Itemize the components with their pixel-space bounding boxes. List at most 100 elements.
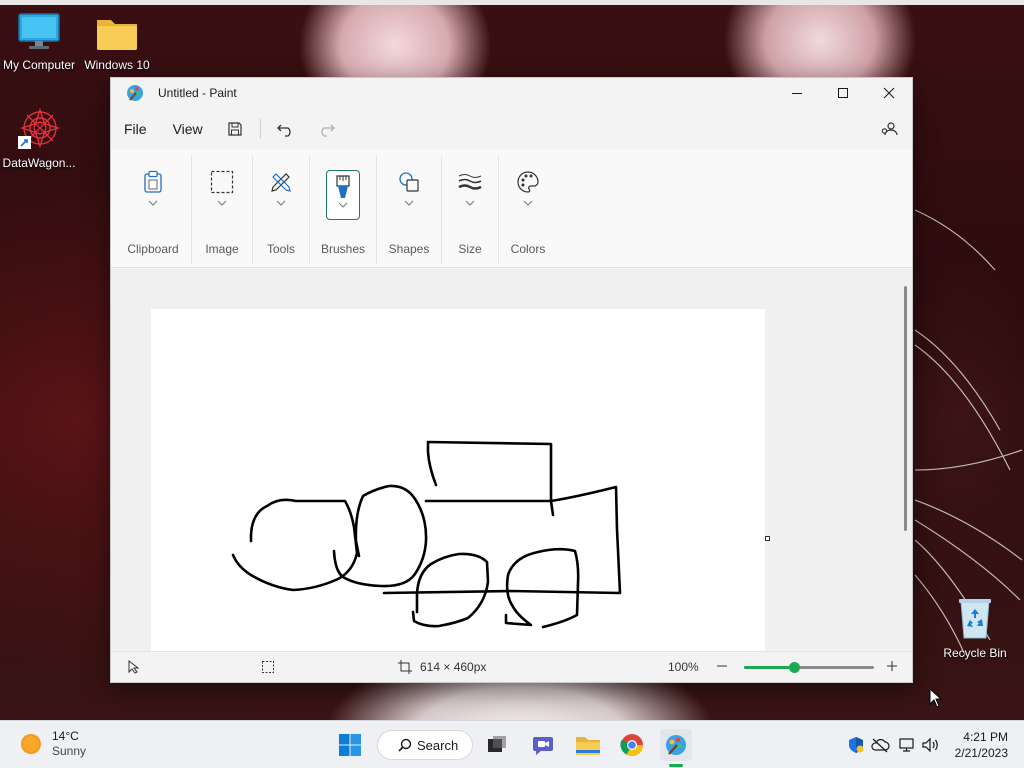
tray-network[interactable] (896, 734, 918, 756)
paint-app-icon (127, 85, 143, 101)
task-view-icon (488, 736, 506, 752)
ribbon-group-tools: Tools (253, 150, 309, 268)
chat-button[interactable] (527, 729, 559, 761)
recycle-bin-icon (959, 599, 991, 639)
taskbar: 14°C Sunny Search 4:21 PM 2/21/2023 (0, 720, 1024, 768)
zoom-slider-fill (744, 666, 795, 669)
shapes-button[interactable] (392, 170, 426, 220)
desktop-icon-label: My Computer (2, 58, 76, 72)
ribbon-group-clipboard: Clipboard (116, 150, 190, 268)
folder-icon (97, 20, 137, 50)
menu-view[interactable]: View (160, 114, 216, 144)
taskbar-search[interactable]: Search (377, 730, 473, 760)
zoom-level-text: 100% (668, 660, 699, 674)
volume-icon (922, 737, 938, 753)
chevron-down-icon (523, 200, 533, 206)
drawing-canvas[interactable] (151, 309, 765, 651)
canvas-area[interactable] (111, 269, 912, 651)
weather-widget[interactable]: 14°C Sunny (20, 729, 86, 759)
size-button[interactable] (453, 170, 487, 220)
title-bar[interactable]: Untitled - Paint (111, 78, 912, 108)
save-button[interactable] (220, 114, 250, 144)
ribbon-group-image: Image (192, 150, 252, 268)
zoom-out-button[interactable] (716, 659, 728, 673)
chat-icon (533, 737, 553, 755)
colors-button[interactable] (511, 170, 545, 220)
chevron-down-icon (404, 200, 414, 206)
ribbon-group-label: Clipboard (127, 242, 179, 256)
shield-icon (849, 737, 864, 753)
undo-button[interactable] (271, 114, 301, 144)
vertical-scrollbar[interactable] (904, 286, 907, 531)
close-button[interactable] (866, 78, 912, 108)
desktop-icon-label: DataWagon... (2, 156, 76, 170)
image-select-button[interactable] (205, 170, 239, 220)
minimize-button[interactable] (774, 78, 820, 108)
clock-date: 2/21/2023 (954, 746, 1008, 760)
window-title: Untitled - Paint (158, 86, 237, 100)
ribbon-group-label: Colors (510, 242, 546, 256)
network-icon (899, 738, 914, 752)
desktop-icon-windows-10[interactable]: Windows 10 (78, 10, 156, 72)
file-explorer-button[interactable] (572, 729, 604, 761)
pointer-icon (128, 660, 140, 674)
zoom-slider[interactable] (744, 662, 874, 673)
paint-window: Untitled - Paint File View Clipboard Ima… (110, 77, 913, 683)
settings-button[interactable] (874, 114, 904, 144)
chrome-icon (620, 734, 643, 756)
ribbon-group-label: Tools (266, 242, 295, 256)
start-button[interactable] (334, 729, 366, 761)
ribbon-group-shapes: Shapes (377, 150, 441, 268)
ribbon-group-size: Size (442, 150, 498, 268)
close-icon (883, 87, 895, 99)
clipboard-button[interactable] (136, 170, 170, 220)
ribbon-group-label: Shapes (388, 242, 430, 256)
file-explorer-icon (576, 737, 600, 755)
menu-file[interactable]: File (111, 114, 160, 144)
chrome-button[interactable] (616, 729, 648, 761)
minus-icon (717, 665, 727, 667)
palette-icon (517, 171, 539, 193)
clipboard-icon (144, 170, 162, 193)
ribbon-group-brushes: Brushes (310, 150, 376, 268)
brushes-button[interactable] (326, 170, 360, 220)
datawagon-icon (18, 107, 61, 149)
cloud-offline-icon (871, 738, 890, 753)
desktop-icon-recycle-bin[interactable]: Recycle Bin (936, 596, 1014, 660)
monitor-icon (18, 13, 60, 49)
paint-taskbar-button[interactable] (660, 729, 692, 761)
canvas-size: 614 × 460px (398, 660, 486, 674)
zoom-in-button[interactable] (886, 659, 898, 673)
maximize-icon (838, 88, 848, 98)
undo-icon (276, 124, 291, 137)
weather-condition: Sunny (52, 744, 87, 758)
tray-onedrive[interactable] (869, 734, 891, 756)
zoom-slider-thumb[interactable] (789, 662, 801, 673)
menu-bar: File View (111, 111, 912, 147)
ribbon-group-colors: Colors (499, 150, 557, 268)
desktop-icon-my-computer[interactable]: My Computer (0, 10, 78, 72)
tray-security[interactable] (845, 734, 867, 756)
ribbon-group-label: Size (458, 242, 482, 256)
redo-icon (321, 124, 335, 137)
chevron-down-icon (338, 202, 348, 208)
desktop-icon-label: Recycle Bin (943, 646, 1007, 660)
canvas-resize-handle[interactable] (765, 536, 770, 541)
selection-icon (210, 170, 234, 194)
tray-volume[interactable] (920, 734, 942, 756)
windows-logo-icon (339, 734, 361, 756)
taskbar-clock[interactable]: 4:21 PM 2/21/2023 (955, 729, 1008, 761)
desktop-icon-datawagon[interactable]: DataWagon... (0, 106, 78, 170)
task-view-button[interactable] (481, 729, 513, 761)
cursor-position (127, 660, 141, 674)
status-bar: 614 × 460px 100% (111, 651, 912, 682)
menu-divider (259, 119, 261, 139)
paint-app-icon (666, 735, 686, 755)
canvas-size-text: 614 × 460px (420, 660, 487, 674)
tools-button[interactable] (264, 170, 298, 220)
maximize-button[interactable] (820, 78, 866, 108)
weather-temp: 14°C (52, 729, 79, 743)
account-settings-icon (881, 122, 898, 136)
desktop-icon-label: Windows 10 (84, 58, 150, 72)
redo-button[interactable] (311, 114, 341, 144)
